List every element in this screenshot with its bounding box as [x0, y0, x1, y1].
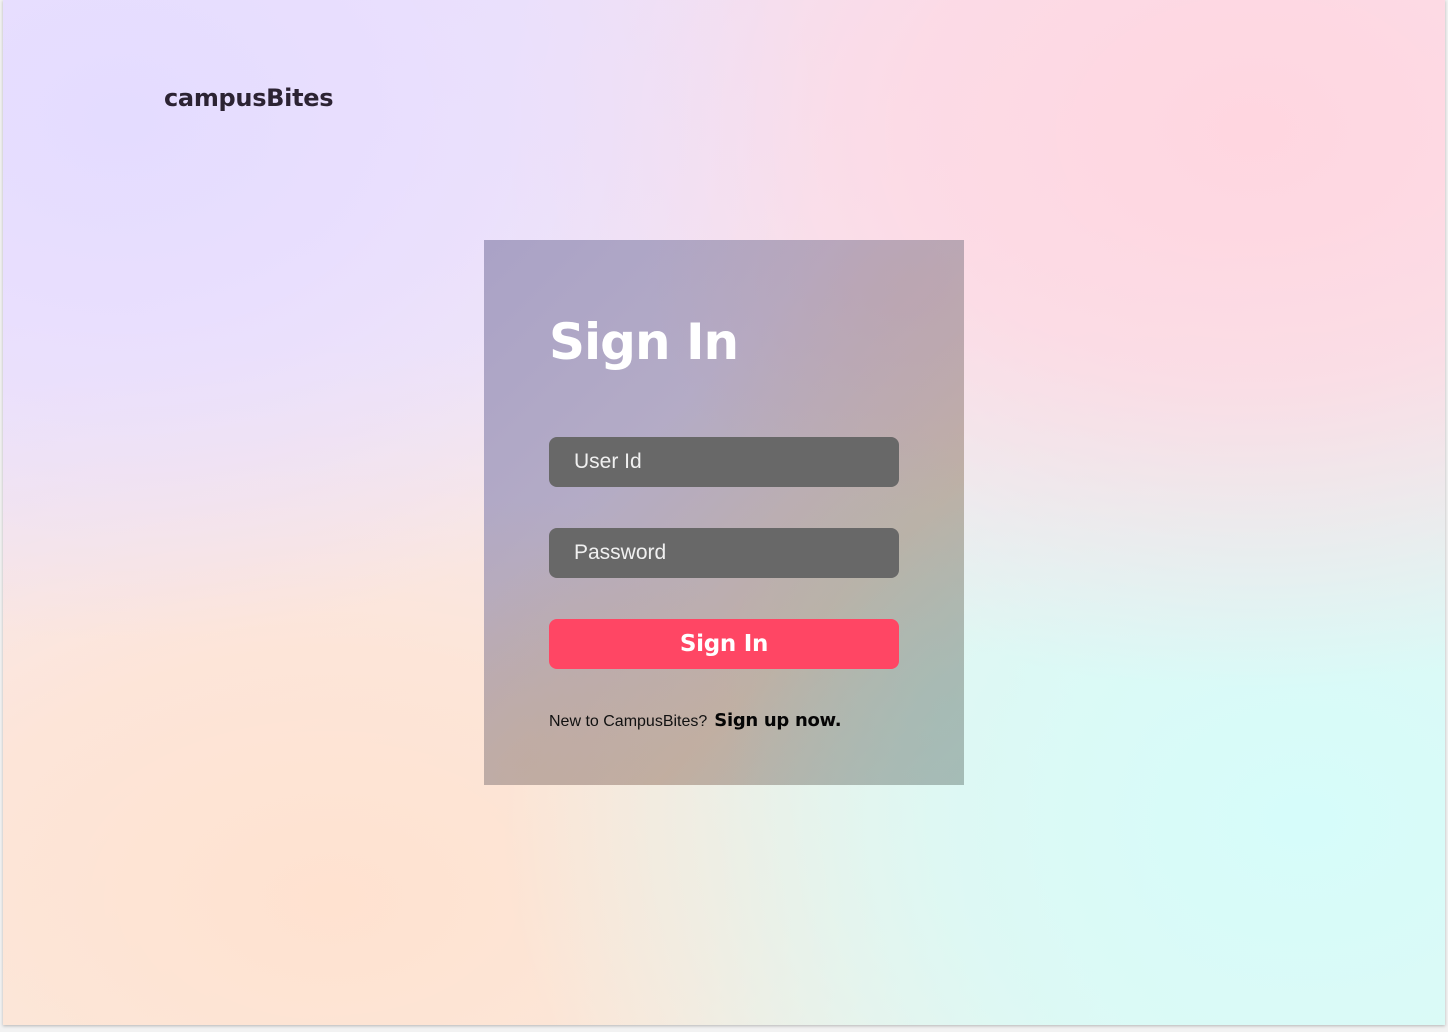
signup-link[interactable]: Sign up now. — [714, 710, 841, 731]
signup-row: New to CampusBites? Sign up now. — [549, 710, 842, 731]
signin-card: Sign In Sign In New to CampusBites? Sign… — [484, 240, 964, 785]
signup-prompt: New to CampusBites? — [549, 713, 708, 730]
password-input[interactable] — [549, 528, 899, 578]
brand-logo[interactable]: campusBites — [164, 84, 334, 112]
userid-input[interactable] — [549, 437, 899, 487]
page-background: campusBites Sign In Sign In New to Campu… — [3, 0, 1445, 1025]
signin-button[interactable]: Sign In — [549, 619, 899, 669]
signin-title: Sign In — [549, 313, 739, 371]
